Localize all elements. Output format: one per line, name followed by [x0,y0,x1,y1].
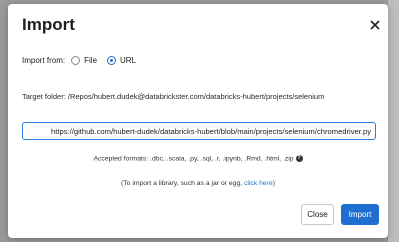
import-dialog: Import Import from: File URL Target fold… [8,4,388,238]
target-folder: Target folder: /Repos/hubert.dudek@datab… [22,92,325,101]
background-panel [388,0,399,242]
library-note: (To import a library, such as a jar or e… [8,180,388,187]
radio-file[interactable] [71,56,81,65]
import-from-label: Import from: [22,56,66,65]
close-icon[interactable] [368,18,382,32]
import-button[interactable]: Import [341,204,379,225]
close-button[interactable]: Close [301,204,334,225]
click-here-link[interactable]: click here [244,180,273,187]
dialog-title: Import [22,15,75,34]
help-icon[interactable]: ? [295,155,303,162]
accepted-formats-text: Accepted formats: .dbc, .scala, .py, .sq… [93,155,294,163]
library-note-prefix: (To import a library, such as a jar or e… [120,180,243,187]
library-note-suffix: ) [272,180,275,187]
background-content [388,72,399,86]
background-content [388,97,399,111]
radio-url-label[interactable]: URL [120,56,136,65]
radio-url[interactable] [107,56,117,65]
radio-file-label[interactable]: File [84,56,97,65]
import-from-row: Import from: File URL [22,56,146,65]
accepted-formats: Accepted formats: .dbc, .scala, .py, .sq… [8,155,388,162]
url-input[interactable] [22,122,376,140]
